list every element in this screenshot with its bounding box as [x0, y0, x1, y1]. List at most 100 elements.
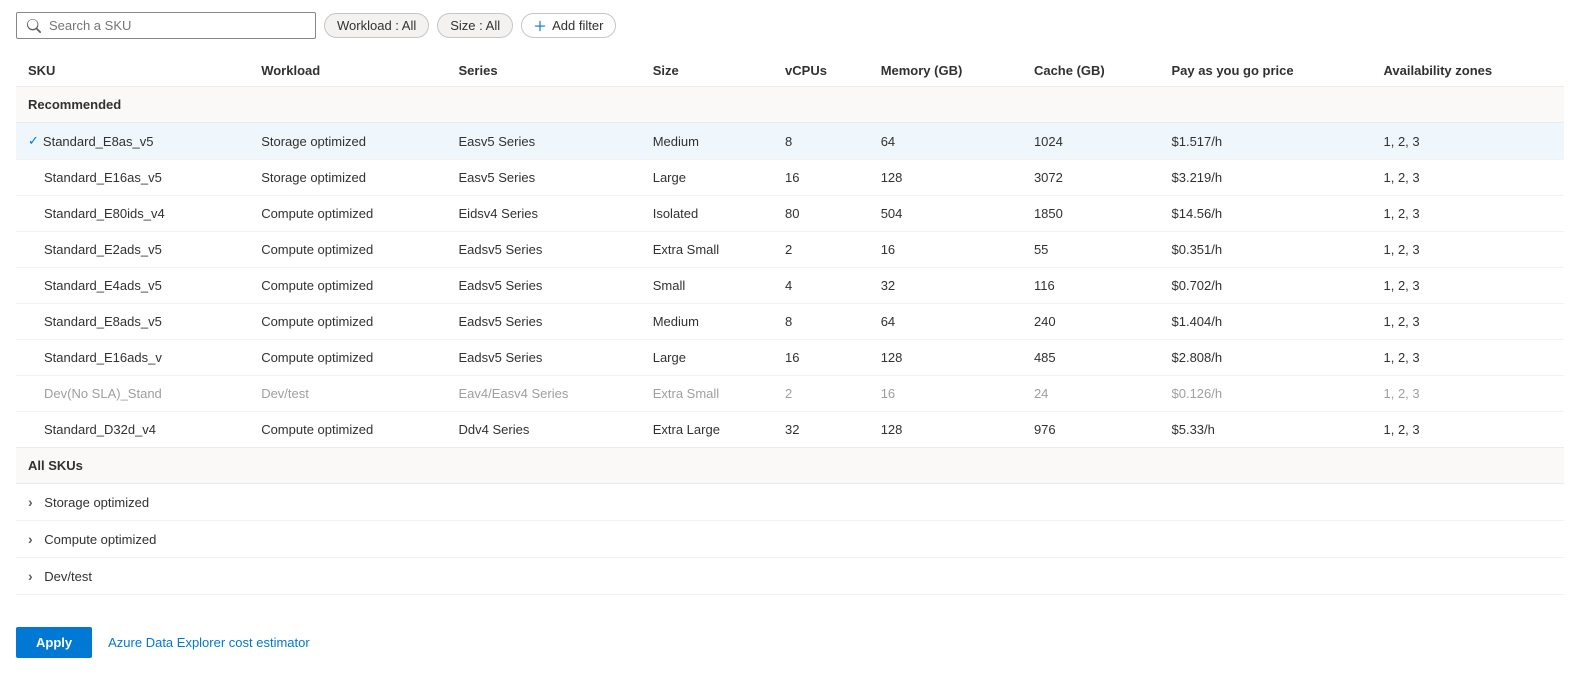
cell-size: Isolated — [641, 196, 773, 232]
cell-cache: 485 — [1022, 340, 1160, 376]
col-header-size: Size — [641, 55, 773, 87]
cell-series: Easv5 Series — [447, 123, 641, 160]
cell-memory: 64 — [869, 123, 1022, 160]
cell-zones: 1, 2, 3 — [1372, 412, 1565, 448]
sku-name: Standard_E16as_v5 — [44, 170, 162, 185]
cell-workload: Compute optimized — [249, 412, 446, 448]
collapsible-group-1[interactable]: › Compute optimized — [16, 521, 1564, 558]
cell-workload: Compute optimized — [249, 232, 446, 268]
table-row[interactable]: Standard_E80ids_v4Compute optimizedEidsv… — [16, 196, 1564, 232]
size-filter-label: Size : All — [450, 18, 500, 33]
cell-price: $2.808/h — [1160, 340, 1372, 376]
size-filter-chip[interactable]: Size : All — [437, 13, 513, 38]
cell-cache: 1850 — [1022, 196, 1160, 232]
cell-size: Extra Small — [641, 232, 773, 268]
table-row[interactable]: ✓ Standard_E8as_v5Storage optimizedEasv5… — [16, 123, 1564, 160]
table-row[interactable]: Standard_E8ads_v5 Compute optimizedEadsv5… — [16, 304, 1564, 340]
cell-workload: Dev/test — [249, 376, 446, 412]
cell-zones: 1, 2, 3 — [1372, 232, 1565, 268]
search-box[interactable] — [16, 12, 316, 39]
cell-vcpus: 4 — [773, 268, 869, 304]
cell-price: $5.33/h — [1160, 412, 1372, 448]
cell-price: $0.126/h — [1160, 376, 1372, 412]
cell-series: Eadsv5 Series — [447, 232, 641, 268]
sku-name: Standard_D32d_v4 — [44, 422, 156, 437]
table-row[interactable]: Dev(No SLA)_Stand Dev/testEav4/Easv4 Seri… — [16, 376, 1564, 412]
cost-estimator-link[interactable]: Azure Data Explorer cost estimator — [108, 635, 310, 650]
table-header-row: SKU Workload Series Size vCPUs Memory (G… — [16, 55, 1564, 87]
cell-vcpus: 32 — [773, 412, 869, 448]
col-header-vcpus: vCPUs — [773, 55, 869, 87]
cell-vcpus: 80 — [773, 196, 869, 232]
group-label: Compute optimized — [44, 532, 156, 547]
workload-filter-chip[interactable]: Workload : All — [324, 13, 429, 38]
cell-series: Eidsv4 Series — [447, 196, 641, 232]
cell-workload: Storage optimized — [249, 123, 446, 160]
cell-sku: Standard_E80ids_v4 — [16, 196, 249, 232]
sku-name: Dev(No SLA)_Stand — [44, 386, 162, 401]
cell-zones: 1, 2, 3 — [1372, 160, 1565, 196]
cell-workload: Compute optimized — [249, 268, 446, 304]
apply-button[interactable]: Apply — [16, 627, 92, 658]
table-row[interactable]: Standard_E2ads_v5Compute optimizedEadsv5… — [16, 232, 1564, 268]
cell-sku: Standard_D32d_v4 — [16, 412, 249, 448]
cell-size: Large — [641, 160, 773, 196]
col-header-sku: SKU — [16, 55, 249, 87]
cell-workload: Compute optimized — [249, 196, 446, 232]
cell-vcpus: 16 — [773, 160, 869, 196]
cell-zones: 1, 2, 3 — [1372, 196, 1565, 232]
table-row[interactable]: Standard_E4ads_v5 Compute optimizedEadsv5… — [16, 268, 1564, 304]
cell-cache: 976 — [1022, 412, 1160, 448]
cell-cache: 3072 — [1022, 160, 1160, 196]
cell-memory: 16 — [869, 376, 1022, 412]
cell-size: Medium — [641, 304, 773, 340]
search-input[interactable] — [49, 18, 305, 33]
cell-memory: 16 — [869, 232, 1022, 268]
table-row[interactable]: Standard_D32d_v4Compute optimizedDdv4 Se… — [16, 412, 1564, 448]
group-label: Storage optimized — [44, 495, 149, 510]
sku-name: Standard_E8as_v5 — [43, 134, 154, 149]
search-icon — [27, 19, 41, 33]
cell-vcpus: 8 — [773, 304, 869, 340]
expand-icon: › — [28, 494, 33, 510]
table-row[interactable]: Standard_E16as_v5Storage optimizedEasv5 … — [16, 160, 1564, 196]
cell-series: Eav4/Easv4 Series — [447, 376, 641, 412]
cell-workload: Compute optimized — [249, 304, 446, 340]
table-row[interactable]: Standard_E16ads_vCompute optimizedEadsv5… — [16, 340, 1564, 376]
cell-zones: 1, 2, 3 — [1372, 376, 1565, 412]
col-header-workload: Workload — [249, 55, 446, 87]
cell-cache: 116 — [1022, 268, 1160, 304]
cell-zones: 1, 2, 3 — [1372, 123, 1565, 160]
cell-zones: 1, 2, 3 — [1372, 340, 1565, 376]
cell-sku: Standard_E4ads_v5 — [16, 268, 249, 304]
collapsible-group-0[interactable]: › Storage optimized — [16, 484, 1564, 521]
cell-zones: 1, 2, 3 — [1372, 304, 1565, 340]
cell-series: Eadsv5 Series — [447, 340, 641, 376]
expand-icon: › — [28, 531, 33, 547]
section-header-0: Recommended — [16, 87, 1564, 123]
cell-size: Large — [641, 340, 773, 376]
cell-vcpus: 2 — [773, 232, 869, 268]
cell-series: Eadsv5 Series — [447, 304, 641, 340]
cell-price: $1.517/h — [1160, 123, 1372, 160]
selected-check-icon: ✓ — [28, 133, 39, 149]
add-filter-chip[interactable]: Add filter — [521, 13, 616, 38]
cell-price: $0.351/h — [1160, 232, 1372, 268]
cell-sku: Standard_E16ads_v — [16, 340, 249, 376]
sku-name: Standard_E4ads_v5 — [44, 278, 162, 293]
cell-series: Eadsv5 Series — [447, 268, 641, 304]
sku-name: Standard_E8ads_v5 — [44, 314, 162, 329]
add-filter-label: Add filter — [552, 18, 603, 33]
cell-cache: 24 — [1022, 376, 1160, 412]
cell-zones: 1, 2, 3 — [1372, 268, 1565, 304]
cell-price: $1.404/h — [1160, 304, 1372, 340]
cell-workload: Compute optimized — [249, 340, 446, 376]
toolbar: Workload : All Size : All Add filter — [16, 12, 1564, 39]
cell-sku: ✓ Standard_E8as_v5 — [16, 123, 249, 160]
cell-sku: Standard_E8ads_v5 — [16, 304, 249, 340]
section-header-1: All SKUs — [16, 448, 1564, 484]
collapsible-group-2[interactable]: › Dev/test — [16, 558, 1564, 595]
cell-vcpus: 8 — [773, 123, 869, 160]
cell-price: $3.219/h — [1160, 160, 1372, 196]
cell-workload: Storage optimized — [249, 160, 446, 196]
